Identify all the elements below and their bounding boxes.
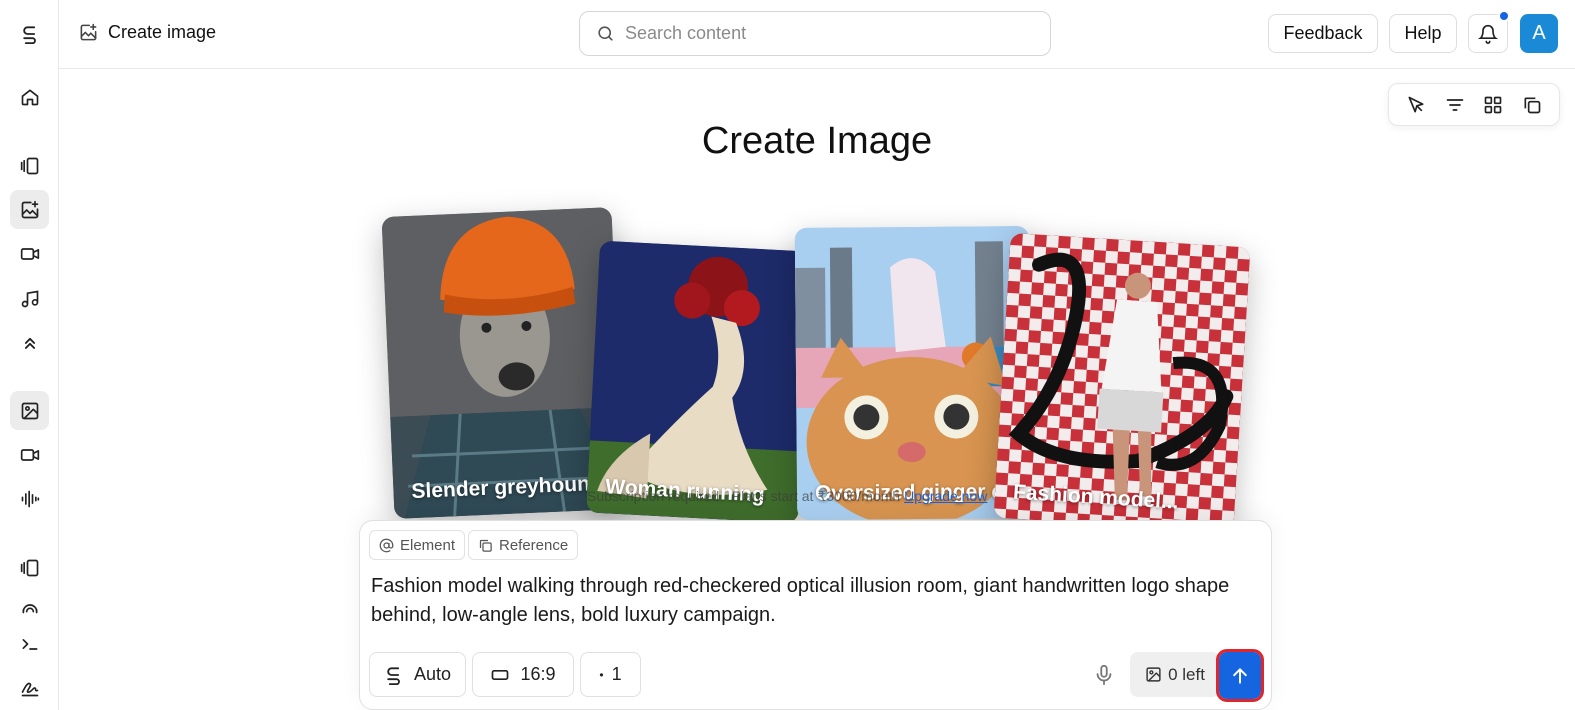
notifications-button[interactable]	[1468, 10, 1510, 53]
logo-icon[interactable]	[10, 14, 49, 53]
send-button[interactable]	[1216, 649, 1264, 702]
page-title: Create Image	[701, 120, 933, 162]
help-button[interactable]: Help	[1389, 14, 1457, 53]
avatar[interactable]: A	[1520, 14, 1558, 53]
reference-chip[interactable]: Reference	[468, 530, 579, 560]
image-count-selector[interactable]: • 1	[580, 652, 641, 697]
video-camera-icon[interactable]	[10, 435, 49, 474]
example-card-fashion-model[interactable]: Fashion model...	[993, 232, 1251, 533]
model-label: Auto	[413, 664, 452, 684]
signature-icon[interactable]	[10, 668, 49, 707]
prompt-textarea[interactable]: Fashion model walking through red-checke…	[371, 572, 1251, 630]
filter-icon[interactable]	[1443, 93, 1467, 117]
create-image-icon[interactable]	[10, 190, 49, 229]
breadcrumb-label: Create image	[108, 22, 217, 42]
home-icon[interactable]	[10, 77, 49, 116]
count-dot-icon: •	[599, 667, 604, 682]
library-2-icon[interactable]	[10, 548, 49, 587]
count-label: 1	[611, 664, 622, 684]
copy-icon[interactable]	[1520, 93, 1544, 117]
credits-label: 0 left	[1168, 664, 1205, 684]
upgrade-link[interactable]: Upgrade now	[904, 488, 987, 504]
subscription-banner: Subscription required · Plans start at ₹…	[587, 488, 987, 505]
prompt-box: Element Reference Fashion model walking …	[359, 520, 1272, 710]
library-icon[interactable]	[10, 146, 49, 185]
bell-icon	[1478, 24, 1498, 44]
element-chip-label: Element	[400, 536, 456, 554]
arrow-up-icon	[1233, 667, 1247, 684]
sidebar	[0, 0, 59, 710]
reference-chip-label: Reference	[499, 536, 569, 554]
credits-remaining: 0 left	[1130, 652, 1220, 697]
example-card-woman-running[interactable]: Woman running	[586, 240, 812, 524]
ratio-icon	[492, 669, 509, 680]
model-logo-icon	[387, 666, 400, 685]
app-root: Create image Feedback Help A Create Imag…	[0, 0, 1575, 710]
reference-icon	[479, 539, 492, 552]
at-icon	[379, 538, 394, 552]
top-bar: Create image Feedback Help A	[59, 0, 1575, 69]
audio-wave-icon[interactable]	[10, 479, 49, 518]
video-icon[interactable]	[10, 234, 49, 273]
ratio-label: 16:9	[520, 664, 556, 684]
pointer-icon[interactable]	[1404, 93, 1428, 117]
model-selector[interactable]: Auto	[369, 652, 466, 697]
terminal-icon[interactable]	[10, 624, 49, 663]
feedback-button[interactable]: Feedback	[1268, 14, 1378, 53]
breadcrumb: Create image	[79, 22, 216, 43]
image-credit-icon	[1146, 667, 1161, 682]
aspect-ratio-selector[interactable]: 16:9	[472, 652, 574, 697]
search-icon	[598, 26, 613, 41]
search-input[interactable]	[625, 23, 1025, 44]
image-icon[interactable]	[10, 391, 49, 430]
notification-dot	[1498, 10, 1510, 22]
grid-icon[interactable]	[1481, 93, 1505, 117]
music-icon[interactable]	[10, 279, 49, 318]
subscription-text: Subscription required · Plans start at ₹…	[587, 488, 901, 504]
search-box[interactable]	[579, 11, 1051, 56]
microphone-icon[interactable]	[1093, 664, 1115, 686]
create-image-small-icon	[80, 23, 97, 41]
expand-up-icon[interactable]	[10, 323, 49, 362]
element-chip[interactable]: Element	[369, 530, 466, 560]
